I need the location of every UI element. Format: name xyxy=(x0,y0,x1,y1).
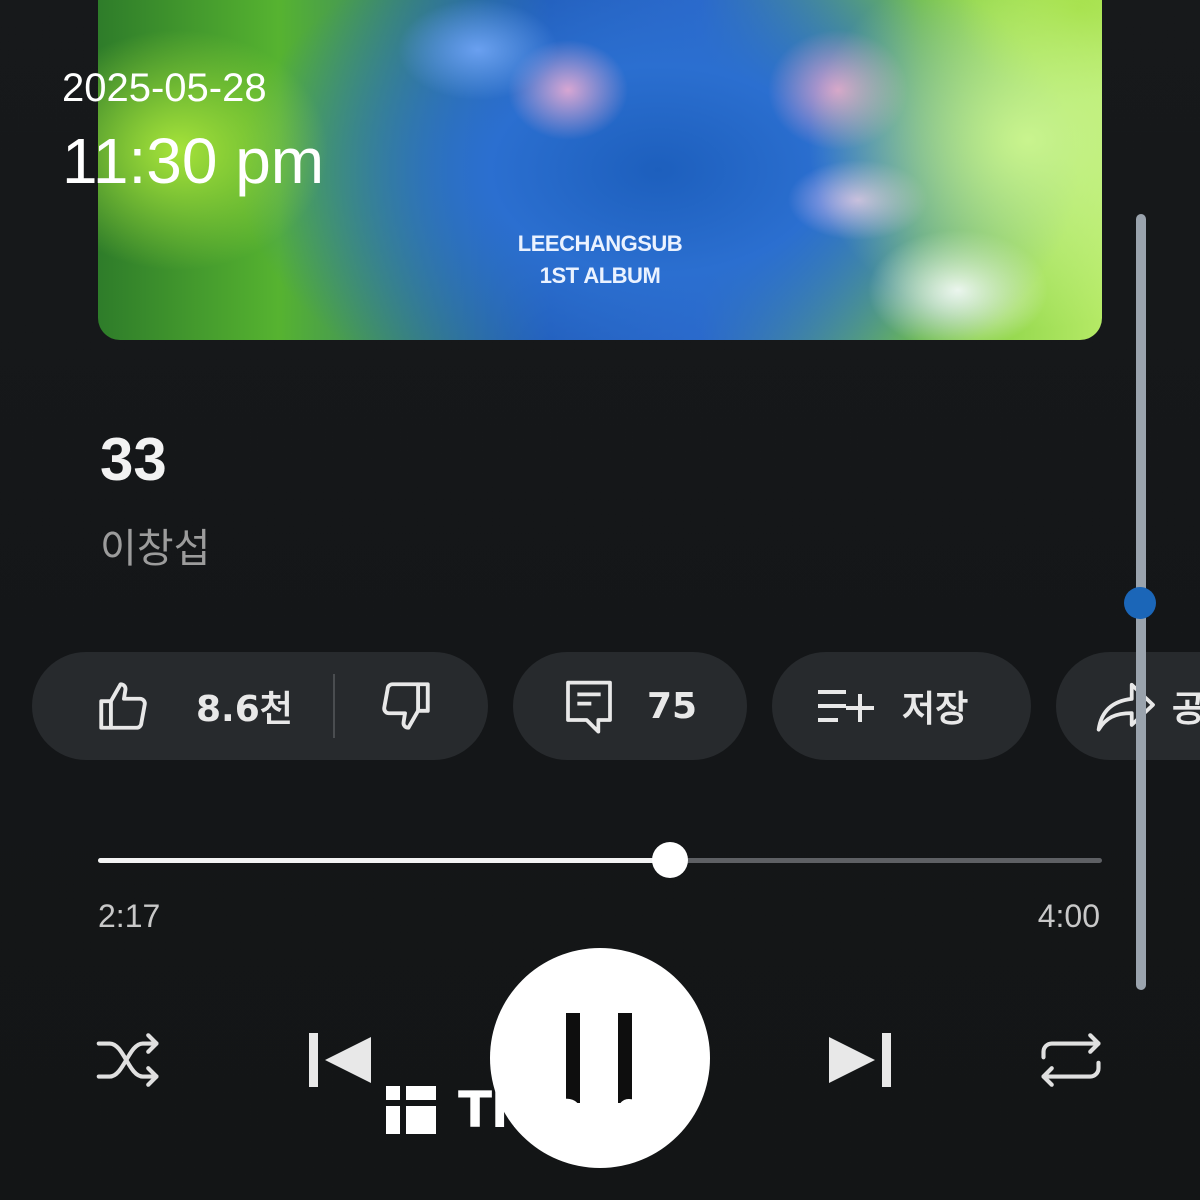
share-icon xyxy=(1096,682,1155,732)
current-time: 2:17 xyxy=(98,898,161,934)
seek-bar[interactable] xyxy=(98,842,1102,878)
song-title: 33 xyxy=(100,426,167,493)
threads-watermark: Threads xyxy=(386,1081,680,1139)
thumbs-down-icon[interactable] xyxy=(377,677,435,735)
seek-bar-progress xyxy=(98,858,671,863)
previous-button[interactable] xyxy=(300,1026,380,1094)
like-divider xyxy=(332,674,335,738)
overlay-date: 2025-05-28 xyxy=(62,66,267,110)
save-button[interactable]: 저장 xyxy=(772,652,1031,760)
comment-button[interactable]: 75 xyxy=(513,652,747,760)
skip-next-icon xyxy=(829,1033,891,1087)
watermark-text: Threads xyxy=(458,1081,680,1139)
album-art-album-text: 1ST ALBUM xyxy=(539,263,661,288)
like-count[interactable]: 8.6천 xyxy=(196,680,293,732)
album-art-caption: LEECHANGSUB 1ST ALBUM xyxy=(98,228,1102,292)
shuffle-button[interactable] xyxy=(94,1030,164,1090)
thumbs-up-icon[interactable] xyxy=(94,677,152,735)
album-art-artist-text: LEECHANGSUB xyxy=(517,231,683,256)
save-label: 저장 xyxy=(902,689,969,730)
share-label: 공 xyxy=(1172,689,1200,730)
overlay-time: 11:30 pm xyxy=(62,125,325,197)
shuffle-icon xyxy=(96,1033,159,1087)
comment-count: 75 xyxy=(647,685,698,727)
comment-icon xyxy=(566,680,612,734)
repeat-icon xyxy=(1041,1033,1101,1087)
song-artist[interactable]: 이창섭 xyxy=(100,516,210,574)
playlist-add-icon xyxy=(818,690,874,722)
seek-bar-handle[interactable] xyxy=(652,842,689,878)
repeat-button[interactable] xyxy=(1036,1030,1106,1090)
share-button[interactable]: 공 xyxy=(1056,652,1200,760)
skip-previous-icon xyxy=(309,1033,371,1087)
scrollbar-thumb[interactable] xyxy=(1124,587,1156,619)
next-button[interactable] xyxy=(820,1026,900,1094)
threads-logo-icon xyxy=(386,1086,436,1134)
total-time: 4:00 xyxy=(1037,898,1100,934)
like-dislike-group: 8.6천 xyxy=(32,652,488,760)
